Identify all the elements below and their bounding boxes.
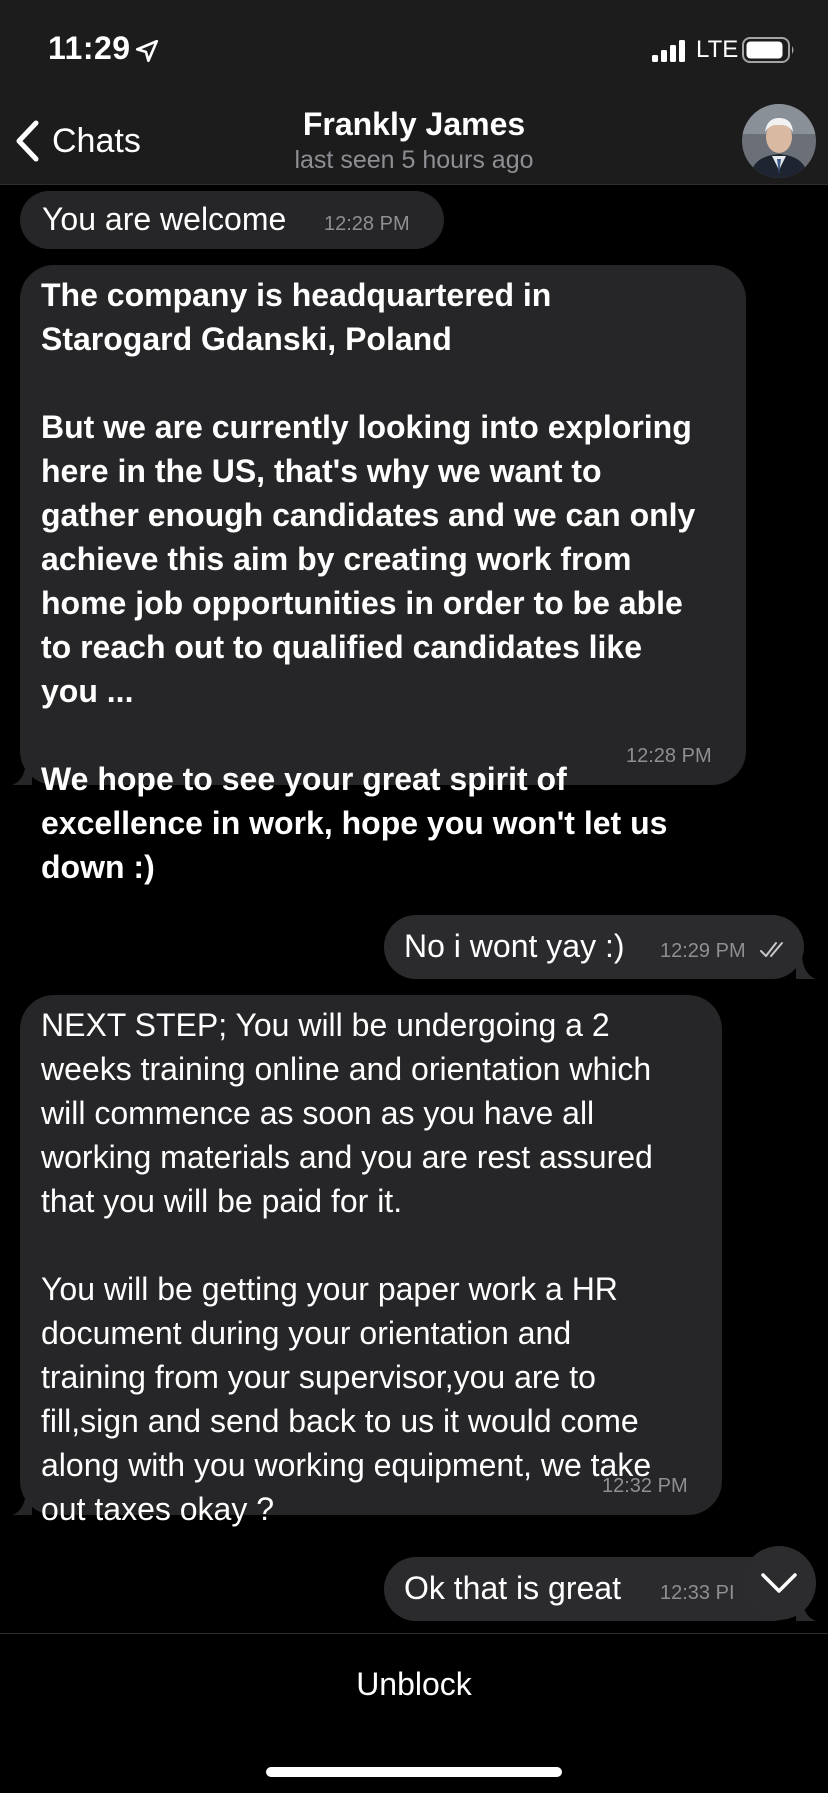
back-label: Chats <box>52 121 141 160</box>
back-button[interactable]: Chats <box>14 114 141 168</box>
unblock-button[interactable]: Unblock <box>264 1654 564 1714</box>
bubble-tail <box>796 957 816 979</box>
message-text: You are welcome <box>42 201 287 237</box>
network-type-label: LTE <box>696 36 739 63</box>
message-time: 12:33 PI <box>660 1582 735 1604</box>
bottom-bar: Unblock <box>0 1633 828 1793</box>
message-text: Ok that is great <box>404 1570 621 1606</box>
message-time: 12:28 PM <box>324 213 410 235</box>
message-bubble-incoming[interactable]: You are welcome 12:28 PM <box>20 191 444 249</box>
message-time: 12:28 PM <box>626 745 712 767</box>
signal-icon <box>652 40 685 62</box>
message-bubble-outgoing[interactable]: Ok that is great 12:33 PI <box>384 1557 804 1621</box>
chevron-left-icon <box>16 120 39 162</box>
avatar-photo <box>742 104 816 178</box>
status-bar: 11:29 LTE <box>0 0 828 100</box>
bubble-tail <box>12 1493 32 1515</box>
chevron-down-icon <box>761 1573 797 1593</box>
battery-icon <box>742 37 794 63</box>
message-bubble-incoming[interactable]: The company is headquartered in Starogar… <box>20 265 746 885</box>
message-bubble-incoming[interactable]: NEXT STEP; You will be undergoing a 2 we… <box>20 995 722 1527</box>
chat-header: Chats Frankly James last seen 5 hours ag… <box>0 100 828 185</box>
contact-name[interactable]: Frankly James <box>214 106 614 143</box>
last-seen-status: last seen 5 hours ago <box>294 146 534 174</box>
scroll-to-bottom-button[interactable] <box>742 1546 816 1620</box>
message-text: NEXT STEP; You will be undergoing a 2 we… <box>41 1007 653 1527</box>
status-time: 11:29 <box>48 30 131 66</box>
message-time: 12:32 PM <box>602 1475 688 1497</box>
avatar[interactable] <box>742 104 816 178</box>
read-double-check-icon <box>760 942 783 957</box>
message-text: No i wont yay :) <box>404 928 625 964</box>
message-bubble-outgoing[interactable]: No i wont yay :) 12:29 PM <box>384 915 804 979</box>
message-list[interactable]: You are welcome 12:28 PM The company is … <box>0 185 828 1633</box>
bubble-tail <box>12 763 32 785</box>
message-text: The company is headquartered in Starogar… <box>41 277 696 885</box>
message-time: 12:29 PM <box>660 940 746 962</box>
location-arrow-icon <box>135 39 159 63</box>
home-indicator[interactable] <box>266 1767 562 1777</box>
